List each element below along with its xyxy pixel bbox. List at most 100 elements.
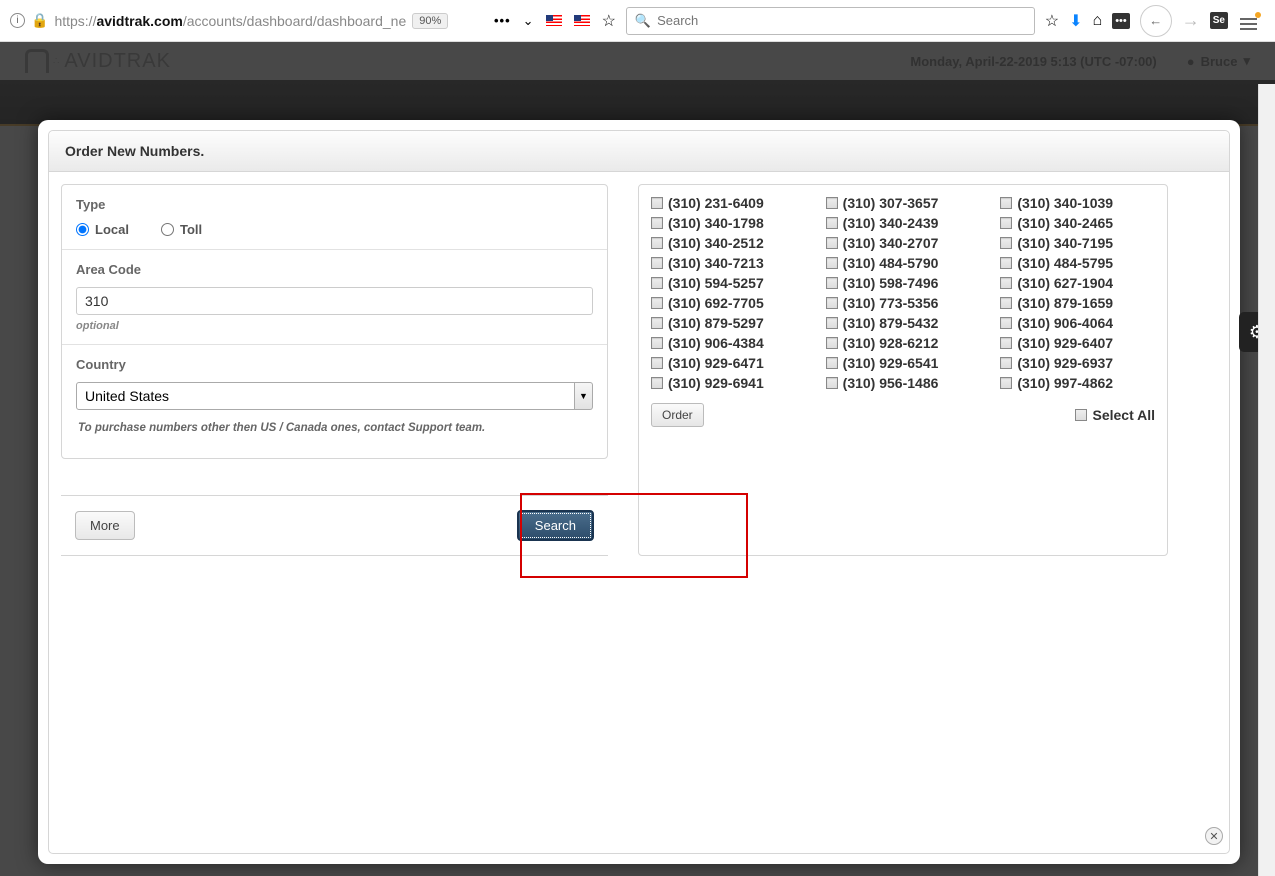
phone-number: (310) 929-6937	[1017, 355, 1113, 371]
results-panel: (310) 231-6409 (310) 307-3657 (310) 340-…	[638, 184, 1168, 556]
number-item[interactable]: (310) 929-6407	[1000, 335, 1155, 351]
zoom-level[interactable]: 90%	[412, 13, 448, 29]
phone-number: (310) 997-4862	[1017, 375, 1113, 391]
app-icon[interactable]: •••	[1112, 13, 1130, 29]
search-icon: 🔍	[635, 13, 651, 29]
phone-number: (310) 929-6471	[668, 355, 764, 371]
number-item[interactable]: (310) 929-6541	[826, 355, 981, 371]
page-content: ∴ AVIDTRAK Monday, April-22-2019 5:13 (U…	[0, 42, 1275, 876]
flag-us-icon	[546, 15, 562, 26]
number-item[interactable]: (310) 340-1798	[651, 215, 806, 231]
area-code-hint: optional	[76, 320, 593, 332]
search-button[interactable]: Search	[517, 510, 594, 541]
phone-number: (310) 231-6409	[668, 195, 764, 211]
phone-number: (310) 627-1904	[1017, 275, 1113, 291]
menu-icon	[1240, 23, 1257, 25]
more-icon[interactable]: •••	[494, 13, 511, 28]
number-item[interactable]: (310) 879-5297	[651, 315, 806, 331]
phone-number: (310) 340-2512	[668, 235, 764, 251]
phone-number: (310) 906-4064	[1017, 315, 1113, 331]
phone-number: (310) 928-6212	[843, 335, 939, 351]
number-item[interactable]: (310) 929-6471	[651, 355, 806, 371]
number-item[interactable]: (310) 340-2439	[826, 215, 981, 231]
home-icon[interactable]: ⌂	[1093, 12, 1103, 30]
close-icon: ✕	[1209, 830, 1218, 843]
phone-number: (310) 956-1486	[843, 375, 939, 391]
number-item[interactable]: (310) 928-6212	[826, 335, 981, 351]
number-item[interactable]: (310) 340-2465	[1000, 215, 1155, 231]
search-input[interactable]	[657, 13, 1026, 28]
area-code-label: Area Code	[76, 262, 593, 277]
country-select[interactable]: ▼	[76, 382, 593, 410]
number-item[interactable]: (310) 879-5432	[826, 315, 981, 331]
number-item[interactable]: (310) 598-7496	[826, 275, 981, 291]
phone-number: (310) 484-5790	[843, 255, 939, 271]
phone-number: (310) 692-7705	[668, 295, 764, 311]
phone-number: (310) 340-2465	[1017, 215, 1113, 231]
number-item[interactable]: (310) 906-4384	[651, 335, 806, 351]
number-item[interactable]: (310) 340-2512	[651, 235, 806, 251]
number-item[interactable]: (310) 997-4862	[1000, 375, 1155, 391]
phone-number: (310) 929-6541	[843, 355, 939, 371]
more-button[interactable]: More	[75, 511, 135, 540]
selenium-icon[interactable]: Se	[1210, 12, 1228, 29]
phone-number: (310) 879-1659	[1017, 295, 1113, 311]
toolbar-icons: ☆ ⬇ ⌂ •••	[1039, 11, 1136, 31]
number-item[interactable]: (310) 340-1039	[1000, 195, 1155, 211]
number-item[interactable]: (310) 906-4064	[1000, 315, 1155, 331]
number-item[interactable]: (310) 484-5790	[826, 255, 981, 271]
menu-button[interactable]	[1232, 13, 1271, 28]
number-item[interactable]: (310) 929-6937	[1000, 355, 1155, 371]
number-item[interactable]: (310) 340-2707	[826, 235, 981, 251]
phone-number: (310) 906-4384	[668, 335, 764, 351]
lock-icon: 🔒	[31, 12, 48, 29]
type-label: Type	[76, 197, 593, 212]
browser-toolbar: i 🔒 https://avidtrak.com/accounts/dashbo…	[0, 0, 1275, 42]
close-button[interactable]: ✕	[1205, 827, 1223, 845]
order-button[interactable]: Order	[651, 403, 704, 427]
select-all[interactable]: Select All	[1075, 407, 1155, 423]
phone-number: (310) 340-7213	[668, 255, 764, 271]
number-item[interactable]: (310) 231-6409	[651, 195, 806, 211]
number-item[interactable]: (310) 594-5257	[651, 275, 806, 291]
chevron-down-icon[interactable]: ▼	[575, 382, 593, 410]
pocket-icon[interactable]: ⌄	[523, 13, 534, 29]
page-actions: ••• ⌄ ☆	[488, 11, 622, 31]
number-item[interactable]: (310) 773-5356	[826, 295, 981, 311]
radio-local[interactable]: Local	[76, 222, 129, 237]
purchase-note: To purchase numbers other then US / Cana…	[76, 422, 593, 446]
flag-us-icon-2	[574, 15, 590, 26]
number-item[interactable]: (310) 627-1904	[1000, 275, 1155, 291]
phone-number: (310) 340-2707	[843, 235, 939, 251]
info-icon[interactable]: i	[10, 13, 25, 28]
number-item[interactable]: (310) 692-7705	[651, 295, 806, 311]
bookmark-star-icon[interactable]: ☆	[1045, 11, 1059, 31]
back-button[interactable]: ←	[1140, 5, 1172, 37]
phone-number: (310) 340-1039	[1017, 195, 1113, 211]
number-item[interactable]: (310) 879-1659	[1000, 295, 1155, 311]
phone-number: (310) 594-5257	[668, 275, 764, 291]
url-bar[interactable]: i 🔒 https://avidtrak.com/accounts/dashbo…	[4, 7, 484, 35]
phone-number: (310) 307-3657	[843, 195, 939, 211]
area-code-input[interactable]	[76, 287, 593, 315]
phone-number: (310) 598-7496	[843, 275, 939, 291]
number-item[interactable]: (310) 340-7213	[651, 255, 806, 271]
number-item[interactable]: (310) 484-5795	[1000, 255, 1155, 271]
phone-number: (310) 929-6941	[668, 375, 764, 391]
phone-number: (310) 340-2439	[843, 215, 939, 231]
number-item[interactable]: (310) 956-1486	[826, 375, 981, 391]
search-bar[interactable]: 🔍	[626, 7, 1035, 35]
download-icon[interactable]: ⬇	[1069, 11, 1082, 31]
phone-number: (310) 879-5297	[668, 315, 764, 331]
number-item[interactable]: (310) 307-3657	[826, 195, 981, 211]
phone-number: (310) 340-7195	[1017, 235, 1113, 251]
radio-toll[interactable]: Toll	[161, 222, 202, 237]
scrollbar[interactable]	[1258, 84, 1275, 876]
country-label: Country	[76, 357, 593, 372]
phone-number: (310) 879-5432	[843, 315, 939, 331]
number-item[interactable]: (310) 929-6941	[651, 375, 806, 391]
arrow-left-icon: ←	[1149, 13, 1162, 28]
number-item[interactable]: (310) 340-7195	[1000, 235, 1155, 251]
star-icon[interactable]: ☆	[602, 11, 616, 31]
url-text: https://avidtrak.com/accounts/dashboard/…	[54, 13, 406, 29]
